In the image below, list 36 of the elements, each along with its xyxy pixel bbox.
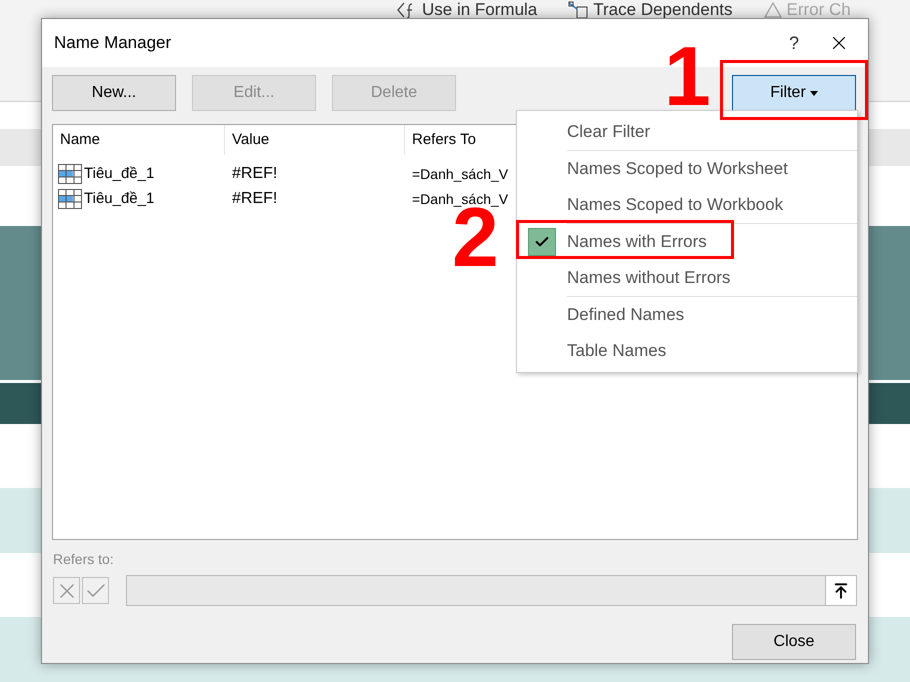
menu-label: Clear Filter (567, 121, 650, 144)
table-cell-text: =Danh_sách_V (411, 190, 508, 207)
menu-label: Names with Errors (567, 231, 707, 254)
menu-label: Names without Errors (567, 267, 730, 290)
table-icon (58, 189, 82, 209)
menu-item[interactable]: Names with Errors (517, 224, 857, 260)
menu-item[interactable]: Table Names (517, 333, 857, 369)
close-button[interactable]: Close (732, 624, 856, 660)
refers-to-field[interactable] (126, 575, 857, 606)
table-cell-text: #REF! (231, 164, 278, 184)
menu-item[interactable]: Names Scoped to Workbook (517, 187, 857, 223)
table-cell-text: Tiêu_đề_1 (84, 164, 154, 184)
column-header[interactable]: Value (225, 125, 405, 155)
table-icon (58, 164, 82, 184)
menu-label: Table Names (567, 340, 666, 362)
warning-icon (762, 1, 782, 19)
table-cell-text: =Danh_sách_V (411, 164, 508, 184)
table-cell-text: Tiêu_đề_1 (84, 188, 154, 209)
dialog-button[interactable]: New... (52, 75, 176, 111)
refers-to-label: Refers to: (53, 550, 115, 569)
column-header[interactable]: Name (53, 125, 225, 155)
caret-icon (810, 90, 818, 96)
help-button[interactable]: ? (774, 23, 814, 63)
menu-item[interactable]: Names without Errors (517, 260, 857, 296)
enter-icon[interactable] (82, 577, 109, 604)
menu-item[interactable]: Defined Names (517, 297, 857, 333)
menu-label: Names Scoped to Worksheet (567, 158, 788, 180)
cancel-icon[interactable] (53, 577, 80, 604)
step-number: 2 (452, 206, 499, 268)
trace-arrow-icon (567, 1, 590, 19)
collapse-icon[interactable] (825, 576, 856, 605)
filter-button[interactable]: Filter (732, 75, 856, 111)
menu-label: Defined Names (567, 304, 684, 326)
window-title: Name Manager (54, 32, 172, 54)
menu-label: Names Scoped to Workbook (567, 194, 784, 216)
table-cell-text: #REF! (231, 189, 278, 209)
